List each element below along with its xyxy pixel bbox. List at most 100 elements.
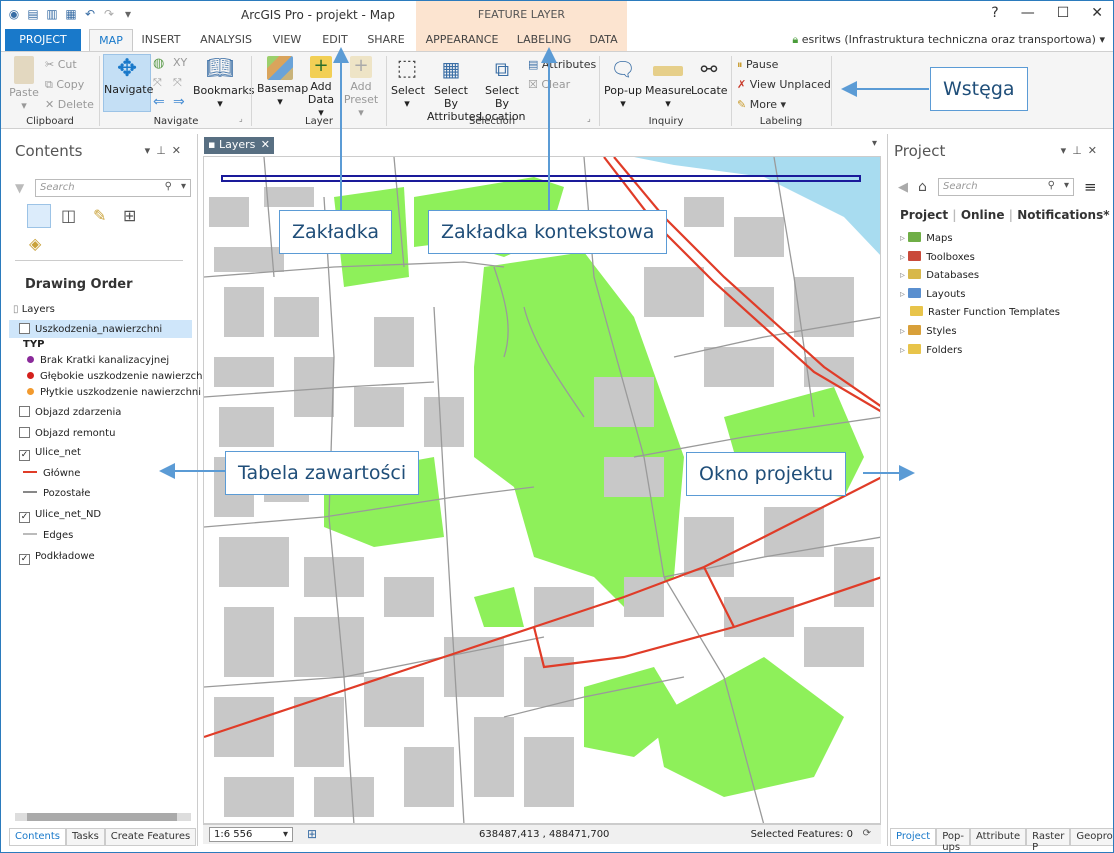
view-options-icon[interactable]: ▾ (872, 138, 877, 149)
tab-view[interactable]: VIEW (265, 29, 309, 51)
layer-checkbox[interactable] (19, 323, 30, 334)
filter-icon[interactable]: ▼ (15, 181, 24, 195)
attributes-button[interactable]: ▤ Attributes (528, 58, 596, 71)
map-view-tab[interactable]: ▪ Layers ✕ (204, 137, 274, 154)
search-dropdown-icon[interactable]: ▾ (181, 181, 186, 192)
new-project-icon[interactable]: ▤ (26, 7, 40, 21)
list-by-source-icon[interactable]: ◫ (61, 206, 76, 225)
contents-search-input[interactable]: Search ⚲ ▾ (35, 179, 191, 197)
open-project-icon[interactable]: ▥ (45, 7, 59, 21)
navigate-launcher-icon[interactable]: ⌟ (239, 114, 243, 123)
layer-ulice-net-nd[interactable]: ✓ Ulice_net_ND (19, 509, 101, 523)
delete-button[interactable]: ✕ Delete (45, 98, 94, 111)
horizontal-scrollbar[interactable] (15, 813, 191, 821)
close-button[interactable]: ✕ (1091, 5, 1103, 21)
list-by-editing-icon[interactable]: ✎ (93, 206, 106, 225)
customize-qat-icon[interactable]: ▾ (121, 7, 135, 21)
tab-tasks[interactable]: Tasks (65, 828, 105, 846)
tab-contents[interactable]: Contents (9, 828, 66, 846)
tab-project-items[interactable]: Project (900, 208, 948, 222)
selection-launcher-icon[interactable]: ⌟ (587, 114, 591, 123)
tab-appearance[interactable]: APPEARANCE (416, 29, 508, 51)
pane-controls[interactable]: ▾⊥✕ (1061, 144, 1103, 157)
menu-icon[interactable]: ≡ (1084, 178, 1097, 196)
scale-dropdown-icon[interactable]: ▾ (283, 829, 288, 840)
bookmarks-button[interactable]: 📖︎ Bookmarks ▾ (193, 56, 254, 110)
add-data-button[interactable]: + Add Data ▾ (305, 56, 337, 120)
tab-insert[interactable]: INSERT (135, 29, 187, 51)
next-extent-icon[interactable]: ⇒ (173, 94, 185, 110)
more-labeling-button[interactable]: ✎ More ▾ (737, 98, 786, 111)
cut-button[interactable]: ✂ Cut (45, 58, 77, 71)
tab-analysis[interactable]: ANALYSIS (193, 29, 259, 51)
minimize-button[interactable]: — (1021, 5, 1035, 21)
navigate-button[interactable]: ✥ Navigate (103, 54, 153, 112)
clear-selection-button[interactable]: ☒ Clear (528, 78, 570, 91)
tab-notifications[interactable]: Notifications* (1017, 208, 1109, 222)
project-item-databases[interactable]: ▹ Databases (900, 269, 979, 281)
copy-button[interactable]: ⧉ Copy (45, 78, 84, 92)
project-search-input[interactable]: Search ⚲ ▾ (938, 178, 1074, 196)
layer-objazd-remontu[interactable]: Objazd remontu (19, 427, 115, 439)
layer-objazd-zdarzenia[interactable]: Objazd zdarzenia (19, 406, 121, 418)
undo-icon[interactable]: ↶ (83, 7, 97, 21)
tab-share[interactable]: SHARE (361, 29, 411, 51)
full-extent-icon[interactable]: ◍ (153, 56, 164, 71)
tab-edit[interactable]: EDIT (313, 29, 357, 51)
pane-controls[interactable]: ▾⊥✕ (145, 144, 187, 157)
layer-checkbox[interactable] (19, 406, 30, 417)
pause-labeling-button[interactable]: ⏸ Pause (737, 58, 778, 72)
tab-map[interactable]: MAP (89, 29, 133, 51)
back-icon[interactable]: ◀ (898, 180, 908, 195)
project-item-layouts[interactable]: ▹ Layouts (900, 288, 965, 300)
close-tab-icon[interactable]: ✕ (261, 138, 270, 151)
view-unplaced-button[interactable]: ✗ View Unplaced (737, 78, 831, 91)
list-by-drawing-order-icon[interactable] (27, 204, 51, 228)
tab-create-features[interactable]: Create Features (104, 828, 197, 846)
add-preset-button[interactable]: + Add Preset ▾ (343, 56, 379, 120)
basemap-button[interactable]: Basemap ▾ (257, 56, 308, 108)
account-label[interactable]: 🔒︎ esritws (Infrastruktura techniczna or… (792, 33, 1105, 47)
previous-extent-icon[interactable]: ⇐ (153, 94, 165, 110)
select-button[interactable]: ⬚ Select ▾ (391, 56, 425, 110)
layer-checkbox[interactable] (19, 427, 30, 438)
zoom-in-fixed-icon[interactable]: ⤧ (153, 76, 162, 90)
layer-checkbox[interactable]: ✓ (19, 450, 30, 461)
paste-button[interactable]: Paste ▾ (7, 56, 41, 112)
map-layers-root[interactable]: ▯ Layers (13, 304, 55, 315)
layer-checkbox[interactable]: ✓ (19, 512, 30, 523)
layer-uszkodzenia[interactable]: Uszkodzenia_nawierzchni (9, 320, 192, 338)
measure-button[interactable]: Measure ▾ (645, 56, 692, 110)
list-by-selection-icon[interactable]: ⊞ (123, 206, 136, 225)
locate-button[interactable]: ⚯ Locate (691, 56, 728, 97)
layer-podkladowe[interactable]: ✓ Podkładowe (19, 551, 95, 565)
tab-geoprocessing[interactable]: Geoproce (1070, 828, 1113, 846)
popup-button[interactable]: 🗨︎ Pop-up ▾ (603, 56, 643, 110)
maximize-button[interactable]: ☐ (1057, 5, 1070, 21)
search-dropdown-icon[interactable]: ▾ (1064, 180, 1069, 191)
layer-checkbox[interactable]: ✓ (19, 554, 30, 565)
project-item-folders[interactable]: ▹ Folders (900, 344, 962, 356)
project-item-styles[interactable]: ▹ Styles (900, 325, 957, 337)
tab-online[interactable]: Online (961, 208, 1005, 222)
home-icon[interactable]: ⌂ (918, 179, 927, 195)
tab-data[interactable]: DATA (580, 29, 627, 51)
tab-labeling[interactable]: LABELING (508, 29, 580, 51)
layer-ulice-net[interactable]: ✓ Ulice_net (19, 447, 81, 461)
scrollbar-thumb[interactable] (27, 813, 177, 821)
save-project-icon[interactable]: ▦ (64, 7, 78, 21)
grid-icon[interactable]: ⊞ (307, 827, 317, 841)
tab-project-pane[interactable]: Project (890, 828, 937, 846)
project-item-toolboxes[interactable]: ▹ Toolboxes (900, 251, 975, 263)
xy-icon[interactable]: XY (173, 56, 187, 69)
tab-popups[interactable]: Pop-ups (936, 828, 970, 852)
list-by-labeling-icon[interactable]: ◈ (29, 234, 41, 253)
tab-raster[interactable]: Raster P (1026, 828, 1071, 852)
tab-project[interactable]: PROJECT (5, 29, 81, 51)
project-item-raster-templates[interactable]: Raster Function Templates (910, 306, 1060, 318)
zoom-out-fixed-icon[interactable]: ⤧ (173, 76, 182, 90)
select-by-attributes-button[interactable]: ▦ Select By Attributes (427, 56, 481, 123)
tab-attribute[interactable]: Attribute (969, 828, 1027, 846)
project-item-maps[interactable]: ▹ Maps (900, 232, 953, 244)
scale-selector[interactable]: 1:6 556 ▾ (209, 827, 293, 842)
